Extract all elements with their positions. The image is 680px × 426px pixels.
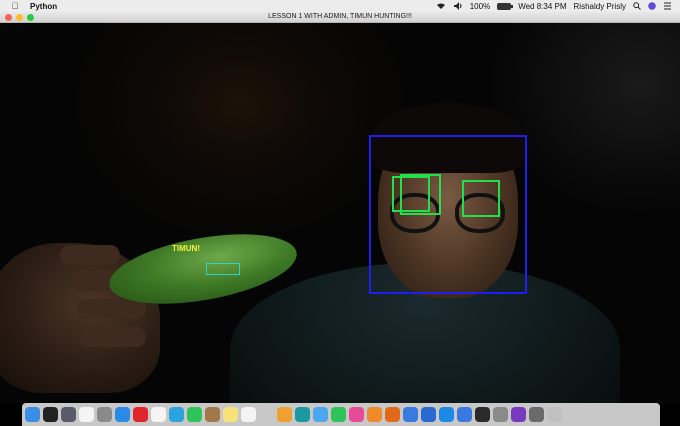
whatsapp-icon[interactable] — [187, 407, 202, 422]
opera-icon[interactable] — [133, 407, 148, 422]
reminders-icon[interactable] — [241, 407, 256, 422]
camera-frame: TIMUN! — [0, 23, 680, 403]
books-icon[interactable] — [367, 407, 382, 422]
eye-detection-box — [462, 180, 500, 217]
mission-control-icon[interactable] — [61, 407, 76, 422]
activity-monitor-icon[interactable] — [475, 407, 490, 422]
finder-icon[interactable] — [25, 407, 40, 422]
finger — [80, 327, 146, 347]
keynote-icon[interactable] — [457, 407, 472, 422]
chrome-icon[interactable] — [403, 407, 418, 422]
safari-icon[interactable] — [115, 407, 130, 422]
downloads-icon[interactable] — [529, 407, 544, 422]
eye-detection-box — [400, 174, 441, 215]
apple-menu-icon[interactable]:  — [10, 1, 20, 11]
spotlight-search-icon[interactable] — [633, 2, 641, 10]
trash-icon[interactable] — [547, 407, 562, 422]
cucumber-detection-box — [206, 263, 240, 275]
xcode-icon[interactable] — [421, 407, 436, 422]
window-title: LESSON 1 WITH ADMIN, TIMUN HUNTING!!! — [268, 13, 412, 20]
arduino-icon[interactable] — [295, 407, 310, 422]
window-title-bar[interactable]: LESSON 1 WITH ADMIN, TIMUN HUNTING!!! — [0, 12, 680, 23]
finger — [60, 245, 120, 265]
battery-icon[interactable] — [497, 2, 514, 10]
photos-icon[interactable] — [277, 407, 292, 422]
dock — [22, 403, 660, 426]
menu-bar:  Python 100% Wed 8:34 PM Rishaldy Prisl… — [0, 0, 680, 12]
notes-icon[interactable] — [223, 407, 238, 422]
detection-label: TIMUN! — [172, 244, 200, 253]
system-preferences-icon[interactable] — [493, 407, 508, 422]
siri-icon[interactable] — [648, 2, 656, 10]
facetime-icon[interactable] — [331, 407, 346, 422]
notification-center-icon[interactable] — [663, 2, 672, 10]
wifi-icon[interactable] — [436, 2, 446, 10]
terminal-icon[interactable] — [43, 407, 58, 422]
preview-icon[interactable] — [259, 407, 274, 422]
app-store-icon[interactable] — [439, 407, 454, 422]
app-menu-python[interactable]: Python — [30, 2, 57, 11]
telegram-icon[interactable] — [169, 407, 184, 422]
imovie-icon[interactable] — [511, 407, 526, 422]
finger — [76, 299, 146, 319]
battery-percent: 100% — [469, 1, 491, 11]
face-detection-box — [369, 135, 527, 294]
ibooks-icon[interactable] — [385, 407, 400, 422]
textedit-icon[interactable] — [151, 407, 166, 422]
volume-icon[interactable] — [453, 2, 463, 10]
itunes-icon[interactable] — [349, 407, 364, 422]
notebook-icon[interactable] — [205, 407, 220, 422]
status-area: 100% Wed 8:34 PM Rishaldy Prisly — [436, 2, 680, 11]
clock[interactable]: Wed 8:34 PM — [518, 2, 566, 11]
calendar-icon[interactable] — [79, 407, 94, 422]
user-name[interactable]: Rishaldy Prisly — [574, 2, 626, 11]
messages-icon[interactable] — [313, 407, 328, 422]
launchpad-icon[interactable] — [97, 407, 112, 422]
